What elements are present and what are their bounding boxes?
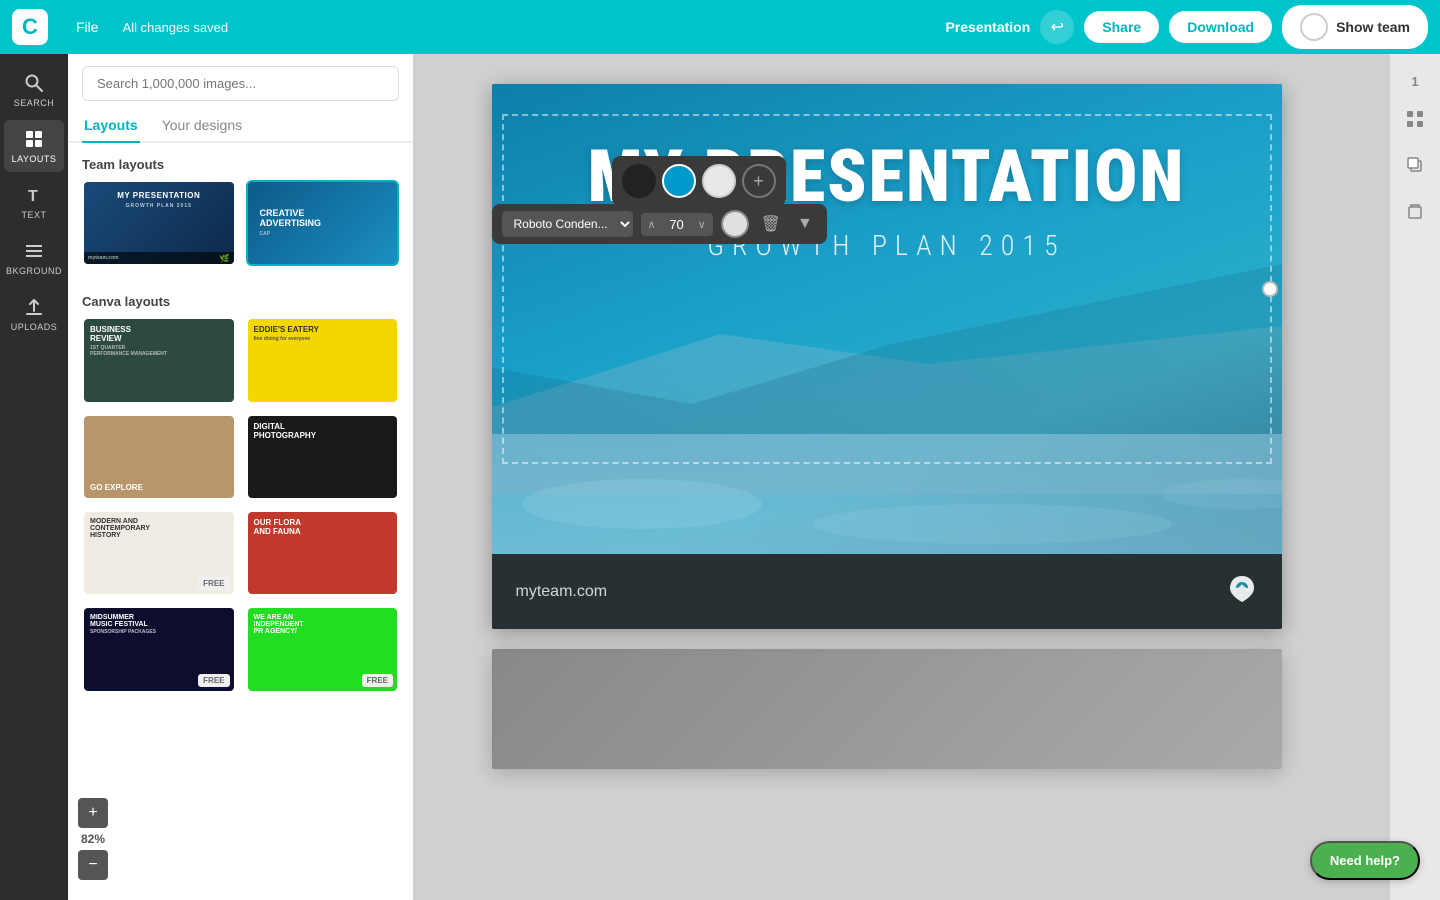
font-size-up[interactable]: ∨	[691, 213, 713, 236]
sidebar-text-label: TEXT	[21, 210, 46, 220]
left-panel: Layouts Your designs Team layouts MY PRE…	[68, 54, 413, 900]
layout-thumb-business-review[interactable]: BUSINESSREVIEW 1ST QUARTERPERFORMANCE MA…	[82, 317, 236, 403]
avatar	[1300, 13, 1328, 41]
sidebar-item-text[interactable]: T TEXT	[4, 176, 64, 228]
font-delete-button[interactable]: 🗑	[757, 210, 785, 238]
sidebar-item-uploads[interactable]: UPLOADS	[4, 288, 64, 340]
layout-thumb-eddies-eatery[interactable]: EDDIE'S EATERY fine dining for everyone	[246, 317, 400, 403]
font-select[interactable]: Roboto Conden...	[502, 211, 633, 237]
layout-thumb-creative-advertising[interactable]: CREATIVEADVERTISING CAP	[246, 180, 400, 266]
slide-website: myteam.com	[516, 583, 608, 601]
free-badge: FREE	[362, 674, 393, 687]
sidebar-bkground-label: BKGROUND	[6, 266, 62, 276]
font-size-value: 70	[663, 217, 691, 232]
canva-layouts-title: Canva layouts	[68, 280, 413, 317]
search-bar	[68, 54, 413, 109]
slide-container[interactable]: MY PRESENTATION GROWTH PLAN 2015 myteam.…	[492, 84, 1282, 629]
font-size-down[interactable]: ∧	[641, 213, 663, 236]
canva-layouts-grid: BUSINESSREVIEW 1ST QUARTERPERFORMANCE MA…	[68, 317, 413, 706]
show-team-button[interactable]: Show team	[1282, 5, 1428, 49]
font-toolbar: Roboto Conden... ∧ 70 ∨ 🗑 ▼	[492, 204, 827, 244]
free-badge: FREE	[198, 577, 229, 590]
layout-thumb-modern-contemporary[interactable]: MODERN ANDCONTEMPORARYHISTORY FREE	[82, 510, 236, 596]
sidebar-layouts-label: LAYOUTS	[12, 154, 57, 164]
download-button[interactable]: Download	[1169, 11, 1272, 43]
sidebar-item-background[interactable]: BKGROUND	[4, 232, 64, 284]
layout-thumb-go-explore[interactable]: GO EXPLORE	[82, 414, 236, 500]
right-panel: 1	[1390, 54, 1440, 900]
canva-logo-icon: C	[12, 9, 48, 45]
team-layouts-grid: MY PRESENTATION GROWTH PLAN 2015 myteam.…	[68, 180, 413, 280]
search-input[interactable]	[82, 66, 399, 101]
need-help-button[interactable]: Need help?	[1310, 841, 1420, 880]
zoom-out-button[interactable]: −	[78, 850, 108, 880]
layout-thumb-flora-fauna[interactable]: OUR FLORAAND FAUNA	[246, 510, 400, 596]
color-black[interactable]	[622, 164, 656, 198]
grid-view-button[interactable]	[1399, 103, 1431, 135]
layout-thumb-independent-pr[interactable]: WE ARE ANINDEPENDENTPR AGENCY/ FREE	[246, 606, 400, 692]
presentation-label: Presentation	[945, 19, 1030, 35]
delete-button[interactable]	[1399, 195, 1431, 227]
color-add-button[interactable]: +	[742, 164, 776, 198]
undo-button[interactable]: ↩	[1040, 10, 1074, 44]
saved-status: All changes saved	[123, 20, 229, 35]
search-icon	[23, 72, 45, 94]
team-layouts-title: Team layouts	[68, 143, 413, 180]
color-blue[interactable]	[662, 164, 696, 198]
sidebar-item-search[interactable]: SEARCH	[4, 64, 64, 116]
color-white[interactable]	[702, 164, 736, 198]
zoom-value: 82%	[81, 832, 105, 846]
slide-logo-icon	[1226, 572, 1258, 611]
layout-thumb-digital-photography[interactable]: DIGITALPHOTOGRAPHY	[246, 414, 400, 500]
upload-icon	[23, 296, 45, 318]
layout-thumb-my-presentation[interactable]: MY PRESENTATION GROWTH PLAN 2015 myteam.…	[82, 180, 236, 266]
zoom-in-button[interactable]: +	[78, 798, 108, 828]
copy-button[interactable]	[1399, 149, 1431, 181]
font-dropdown-button[interactable]: ▼	[793, 211, 817, 237]
share-button[interactable]: Share	[1084, 11, 1159, 43]
zoom-controls: + 82% −	[78, 798, 108, 880]
sidebar-item-layouts[interactable]: LAYOUTS	[4, 120, 64, 172]
free-badge: FREE	[198, 674, 229, 687]
color-picker-toolbar: +	[612, 156, 786, 206]
topbar-right: Presentation ↩ Share Download Show team	[945, 5, 1428, 49]
layout-thumb-midsummer[interactable]: MIDSUMMERMUSIC FESTIVAL SPONSORSHIP PACK…	[82, 606, 236, 692]
slide-number: 1	[1411, 74, 1418, 89]
sidebar-icons: SEARCH LAYOUTS T TEXT	[0, 54, 68, 900]
tab-your-designs[interactable]: Your designs	[160, 109, 244, 143]
svg-text:T: T	[28, 188, 38, 205]
text-icon: T	[23, 184, 45, 206]
slide-container-2[interactable]	[492, 649, 1282, 769]
font-size-control: ∧ 70 ∨	[641, 213, 713, 236]
slide-wrapper: + Roboto Conden... ∧ 70 ∨ 🗑 ▼	[492, 84, 1282, 629]
main-layout: SEARCH LAYOUTS T TEXT	[0, 0, 1440, 900]
slide-background: MY PRESENTATION GROWTH PLAN 2015	[492, 84, 1282, 554]
file-menu[interactable]: File	[68, 15, 107, 39]
tab-layouts[interactable]: Layouts	[82, 109, 140, 143]
panel-tabs: Layouts Your designs	[68, 109, 413, 143]
sidebar-search-label: SEARCH	[14, 98, 55, 108]
canvas-area[interactable]: + Roboto Conden... ∧ 70 ∨ 🗑 ▼	[413, 54, 1390, 900]
canva-logo[interactable]: C	[12, 9, 48, 45]
topbar: C File All changes saved Presentation ↩ …	[0, 0, 1440, 54]
font-color-picker[interactable]	[721, 210, 749, 238]
layouts-icon	[23, 128, 45, 150]
sidebar-uploads-label: UPLOADS	[11, 322, 58, 332]
slide-bottom-bar: myteam.com	[492, 554, 1282, 629]
background-icon	[23, 240, 45, 262]
